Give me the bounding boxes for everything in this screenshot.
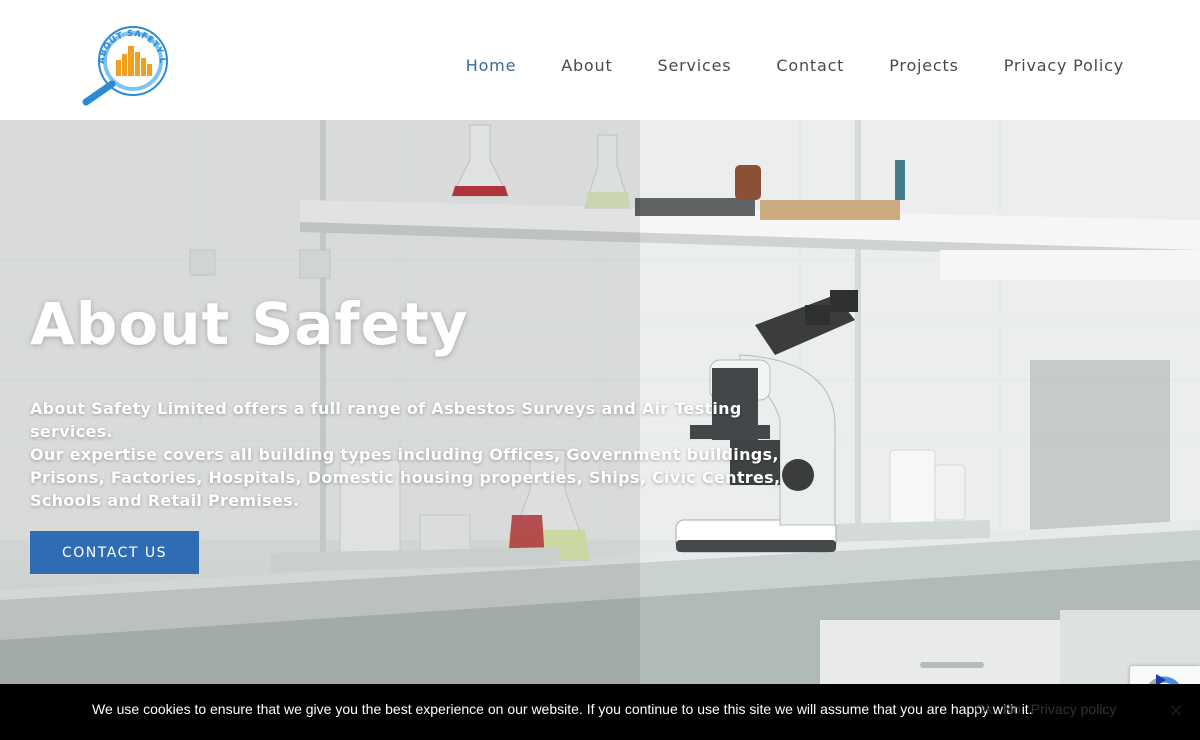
cookie-no-button[interactable]: No xyxy=(1003,701,1021,717)
main-nav: Home About Services Contact Projects Pri… xyxy=(466,54,1124,78)
hero-text-line: Schools and Retail Premises. xyxy=(30,491,300,510)
nav-projects[interactable]: Projects xyxy=(889,54,958,78)
site-header: ABOUT SAFETY LIMITED Home About Services… xyxy=(0,0,1200,120)
hero-description: About Safety Limited offers a full range… xyxy=(30,397,790,512)
hero-text-line: Our expertise covers all building types … xyxy=(30,445,779,464)
nav-contact[interactable]: Contact xyxy=(776,54,844,78)
cookie-notice: We use cookies to ensure that we give yo… xyxy=(0,684,1200,740)
nav-about[interactable]: About xyxy=(561,54,612,78)
close-icon[interactable]: ✕ xyxy=(1166,702,1186,722)
cookie-ok-button[interactable]: Ok xyxy=(975,701,993,717)
nav-privacy-policy[interactable]: Privacy Policy xyxy=(1004,54,1124,78)
hero-text-line: Prisons, Factories, Hospitals, Domestic … xyxy=(30,468,781,487)
hero-title: About Safety xyxy=(30,290,469,358)
magnifier-logo-icon: ABOUT SAFETY LIMITED xyxy=(74,9,168,106)
cookie-message: We use cookies to ensure that we give yo… xyxy=(92,701,1033,717)
nav-home[interactable]: Home xyxy=(466,54,516,78)
hero-text-line: About Safety Limited offers a full range… xyxy=(30,399,742,441)
site-logo[interactable]: ABOUT SAFETY LIMITED xyxy=(74,9,184,108)
cookie-privacy-link[interactable]: Privacy policy xyxy=(1031,701,1117,717)
nav-services[interactable]: Services xyxy=(658,54,732,78)
hero-section: About Safety About Safety Limited offers… xyxy=(0,120,1200,740)
contact-us-button[interactable]: CONTACT US xyxy=(30,531,199,574)
cookie-actions: Ok No Privacy policy xyxy=(975,701,1116,717)
